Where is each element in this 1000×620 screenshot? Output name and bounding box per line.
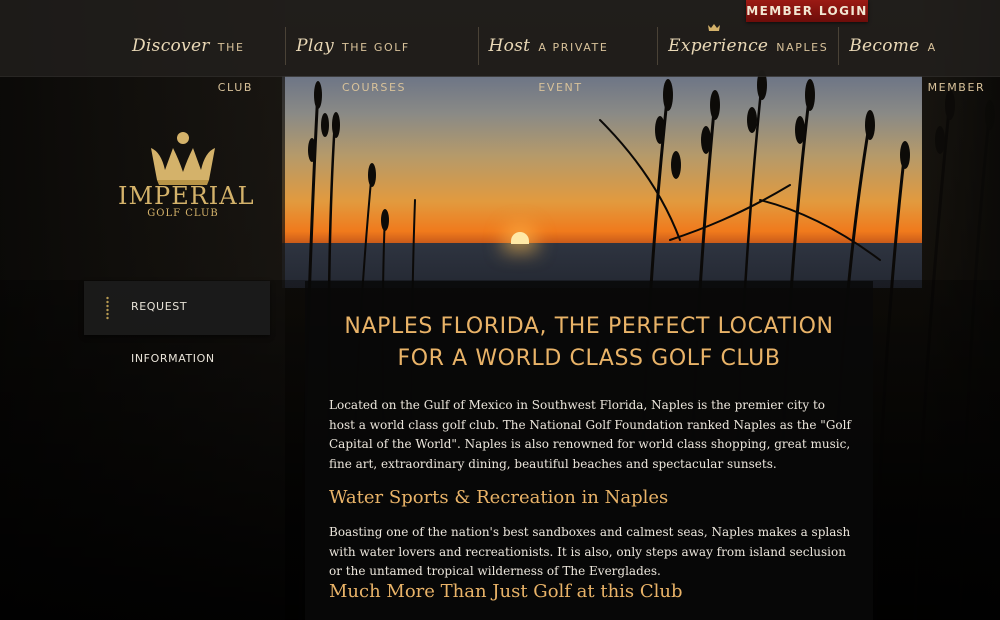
request-information-label: REQUEST INFORMATION <box>131 300 215 365</box>
nav-script-text: Host <box>488 36 531 56</box>
top-navigation-bar: MEMBER LOGIN Discover THE CLUB Play THE … <box>0 0 1000 94</box>
nav-caps-text: A MEMBER <box>927 41 986 94</box>
page-title: NAPLES FLORIDA, THE PERFECT LOCATION FOR… <box>305 311 873 375</box>
more-than-golf-heading: Much More Than Just Golf at this Club <box>329 581 683 602</box>
nav-item-host[interactable]: Host A PRIVATE EVENT <box>479 26 658 94</box>
nav-item-play[interactable]: Play THE GOLF COURSES <box>286 26 477 94</box>
nav-script-text: Discover <box>132 36 210 56</box>
nav-item-discover[interactable]: Discover THE CLUB <box>122 26 285 94</box>
imperial-golf-club-logo[interactable]: IMPERIAL GOLF CLUB <box>118 130 255 230</box>
water-sports-paragraph: Boasting one of the nation's best sandbo… <box>329 525 851 578</box>
nav-script-text: Become <box>849 36 920 56</box>
nav-caps-text: A PRIVATE EVENT <box>538 41 609 94</box>
request-information-button[interactable]: REQUEST INFORMATION <box>84 281 270 365</box>
nav-caps-text: THE CLUB <box>217 41 254 94</box>
water-sports-heading: Water Sports & Recreation in Naples <box>329 487 669 508</box>
dotted-bar-icon <box>106 296 109 320</box>
nav-caps-text: NAPLES <box>776 41 829 54</box>
crown-icon <box>708 24 721 31</box>
intro-paragraph: Located on the Gulf of Mexico in Southwe… <box>329 398 851 471</box>
nav-script-text: Play <box>296 36 334 56</box>
content-panel: NAPLES FLORIDA, THE PERFECT LOCATION FOR… <box>305 281 873 620</box>
logo-name: IMPERIAL <box>118 182 255 210</box>
crown-icon <box>151 132 215 185</box>
page-title-line-1: NAPLES FLORIDA, THE PERFECT LOCATION <box>344 314 834 339</box>
main-nav: Discover THE CLUB Play THE GOLF COURSES … <box>122 24 1000 94</box>
nav-caps-text: THE GOLF COURSES <box>341 41 410 94</box>
nav-item-become[interactable]: Become A MEMBER <box>839 26 1000 94</box>
nav-script-text: Experience <box>668 36 769 56</box>
page-title-line-2: FOR A WORLD CLASS GOLF CLUB <box>397 346 781 371</box>
nav-item-experience[interactable]: Experience NAPLES <box>658 24 838 66</box>
member-login-button[interactable]: MEMBER LOGIN <box>746 0 868 22</box>
